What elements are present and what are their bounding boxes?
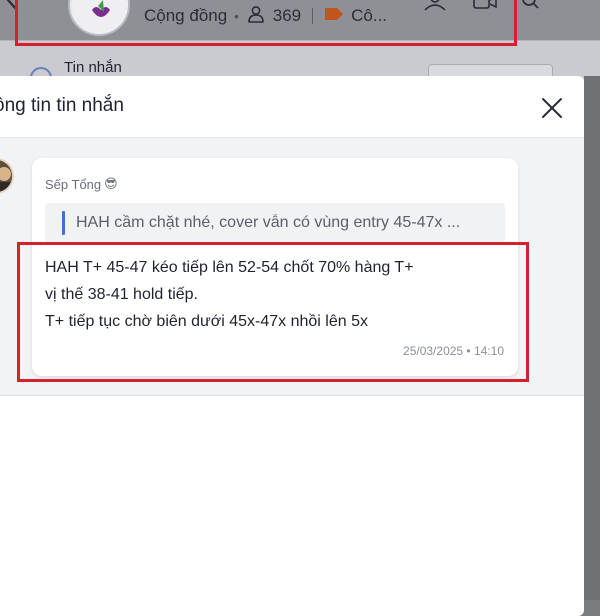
quote-bar <box>62 211 65 235</box>
sender-row: Sếp Tổng 😎 <box>45 176 118 192</box>
sender-name: Sếp Tổng <box>45 176 102 192</box>
close-icon[interactable] <box>540 96 564 120</box>
highlight-box-header <box>15 0 517 46</box>
quoted-message[interactable]: HAH cầm chặt nhé, cover vẫn có vùng entr… <box>45 203 505 243</box>
overlay-strip <box>584 76 600 600</box>
sub-label: Tin nhắn <box>64 59 122 76</box>
modal-header: ông tin tin nhắn <box>0 76 584 138</box>
search-icon[interactable] <box>520 0 542 19</box>
sender-avatar <box>0 158 14 194</box>
sender-emoji: 😎 <box>104 176 118 191</box>
chat-subheader: Tin nhắn <box>0 40 600 92</box>
highlight-box-message <box>17 242 529 382</box>
quote-text: HAH cầm chặt nhé, cover vẫn có vùng entr… <box>76 214 461 231</box>
modal-title: ông tin tin nhắn <box>0 95 124 116</box>
